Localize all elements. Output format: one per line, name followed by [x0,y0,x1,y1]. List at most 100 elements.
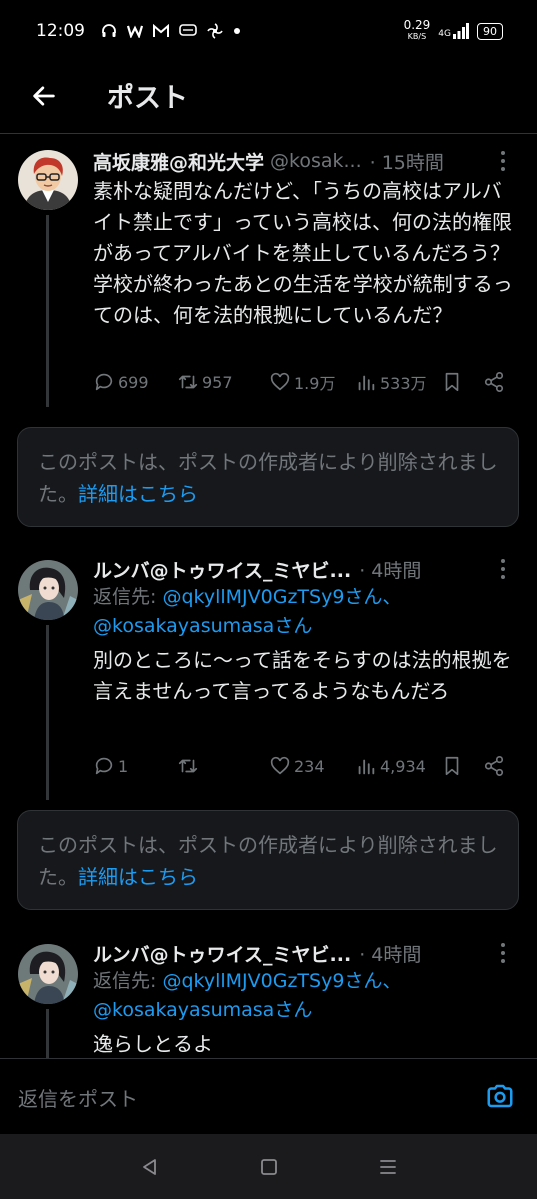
thread-connector [46,625,49,800]
reply-count: 1 [118,756,129,776]
repost-count: 957 [202,372,233,392]
dot-icon [234,28,240,34]
author-name[interactable]: ルンバ@トゥワイス_ミヤビ... [93,556,351,583]
bookmark-icon [445,372,459,392]
post-header: ルンバ@トゥワイス_ミヤビ... · 4時間 [93,555,515,583]
comment-icon [95,757,113,775]
status-time: 12:09 [36,21,85,41]
more-vertical-icon [501,943,505,963]
avatar[interactable] [18,944,78,1004]
chat-icon [179,24,197,36]
post-body: ルンバ@トゥワイス_ミヤビ... · 4時間 返信先: @qkyllMJV0Gz… [93,555,515,707]
avatar-illustration [18,560,78,620]
post-header: ルンバ@トゥワイス_ミヤビ... · 4時間 [93,939,515,967]
share-button[interactable] [483,371,505,393]
avatar[interactable] [18,150,78,210]
reply-input[interactable]: 返信をポスト [18,1083,138,1112]
views-button[interactable]: 4,934 [355,755,441,777]
bar-chart-icon [358,759,375,775]
bar-chart-icon [358,375,375,391]
details-link[interactable]: 詳細はこちら [78,482,198,506]
avatar-illustration [18,944,78,1004]
avatar-illustration [18,150,78,210]
back-button[interactable] [26,78,62,114]
repost-icon [178,759,198,773]
more-options-button[interactable] [491,147,515,175]
speed-value: 0.29 [403,18,431,32]
system-navigation-bar [0,1134,537,1199]
nav-home-button[interactable] [254,1152,284,1182]
post-time: · 4時間 [359,943,422,966]
reply-post[interactable]: ルンバ@トゥワイス_ミヤビ... · 4時間 返信先: @qkyllMJV0Gz… [0,929,537,1058]
gmail-icon [153,24,169,37]
mention-link[interactable]: @qkyllMJV0GzTSy9さん、 [162,970,401,992]
repost-button[interactable]: 957 [177,371,269,393]
thread-connector [46,1009,49,1058]
author-handle[interactable]: @kosak... [270,150,362,172]
post-time: · 15時間 [369,151,444,174]
share-button[interactable] [483,755,505,777]
post-time: · 4時間 [359,559,422,582]
menu-lines-icon [379,1159,396,1174]
share-icon [484,756,504,776]
heart-icon [270,372,290,391]
post-header: 高坂康雅@和光大学 @kosak... · 15時間 [93,147,515,175]
like-count: 234 [294,756,325,776]
repost-button[interactable] [177,755,269,777]
mention-link[interactable]: @kosakayasumasaさん [93,999,312,1021]
author-name[interactable]: 高坂康雅@和光大学 [93,148,264,175]
reply-button[interactable]: 699 [93,371,177,393]
top-app-bar: ポスト [0,62,537,134]
reply-composer[interactable]: 返信をポスト [0,1058,537,1134]
more-options-button[interactable] [491,939,515,967]
reply-button[interactable]: 1 [93,755,177,777]
reply-post[interactable]: ルンバ@トゥワイス_ミヤビ... · 4時間 返信先: @qkyllMJV0Gz… [0,545,537,800]
more-vertical-icon [501,151,505,171]
pinwheel-icon [207,23,223,39]
view-count: 533万 [380,374,427,393]
reply-prefix: 返信先: [93,970,163,992]
post-body: ルンバ@トゥワイス_ミヤビ... · 4時間 返信先: @qkyllMJV0Gz… [93,939,515,1058]
post-text: 別のところに〜って話をそらすのは法的根拠を言えませんって言ってるようなもんだろ [93,648,512,703]
bookmark-button[interactable] [441,371,483,393]
status-right: 0.29 KB/S 4G 90 [403,18,503,42]
like-count: 1.9万 [294,374,336,393]
more-vertical-icon [501,559,505,579]
details-link[interactable]: 詳細はこちら [78,865,198,889]
deleted-post-notice: このポストは、ポストの作成者により削除されました。詳細はこちら [17,427,519,527]
nav-back-button[interactable] [135,1152,165,1182]
battery-indicator: 90 [477,22,503,40]
w-app-icon [127,25,143,38]
network-label: 4G [438,29,451,39]
post-actions: 1 234 4,934 [93,751,523,781]
mention-link[interactable]: @kosakayasumasaさん [93,615,312,637]
thread-connector [46,215,49,407]
main-post[interactable]: 高坂康雅@和光大学 @kosak... · 15時間 素朴な疑問なんだけど、「う… [0,135,537,415]
thread-timeline[interactable]: 高坂康雅@和光大学 @kosak... · 15時間 素朴な疑問なんだけど、「う… [0,135,537,1058]
like-button[interactable]: 1.9万 [269,370,355,394]
page-title: ポスト [107,83,188,114]
post-actions: 699 957 1.9万 533万 [93,367,523,397]
avatar[interactable] [18,560,78,620]
post-text: 素朴な疑問なんだけど、「うちの高校はアルバイト禁止です」っていう高校は、何の法的… [93,179,530,327]
nav-recents-button[interactable] [373,1152,403,1182]
signal-icon [453,23,469,39]
reply-count: 699 [118,372,149,392]
post-text: 逸らしとるよ [93,1032,213,1056]
post-body: 高坂康雅@和光大学 @kosak... · 15時間 素朴な疑問なんだけど、「う… [93,147,530,331]
repost-icon [178,375,198,389]
speed-unit: KB/S [407,32,427,41]
more-options-button[interactable] [491,555,515,583]
share-icon [484,372,504,392]
headphones-icon [102,24,116,37]
bookmark-button[interactable] [441,755,483,777]
camera-icon [487,1084,513,1108]
bookmark-icon [445,756,459,776]
author-name[interactable]: ルンバ@トゥワイス_ミヤビ... [93,940,351,967]
camera-button[interactable] [485,1081,515,1111]
mention-link[interactable]: @qkyllMJV0GzTSy9さん、 [162,586,401,608]
like-button[interactable]: 234 [269,755,355,777]
views-button[interactable]: 533万 [355,370,441,394]
notification-icons [101,23,241,39]
comment-icon [95,373,113,391]
